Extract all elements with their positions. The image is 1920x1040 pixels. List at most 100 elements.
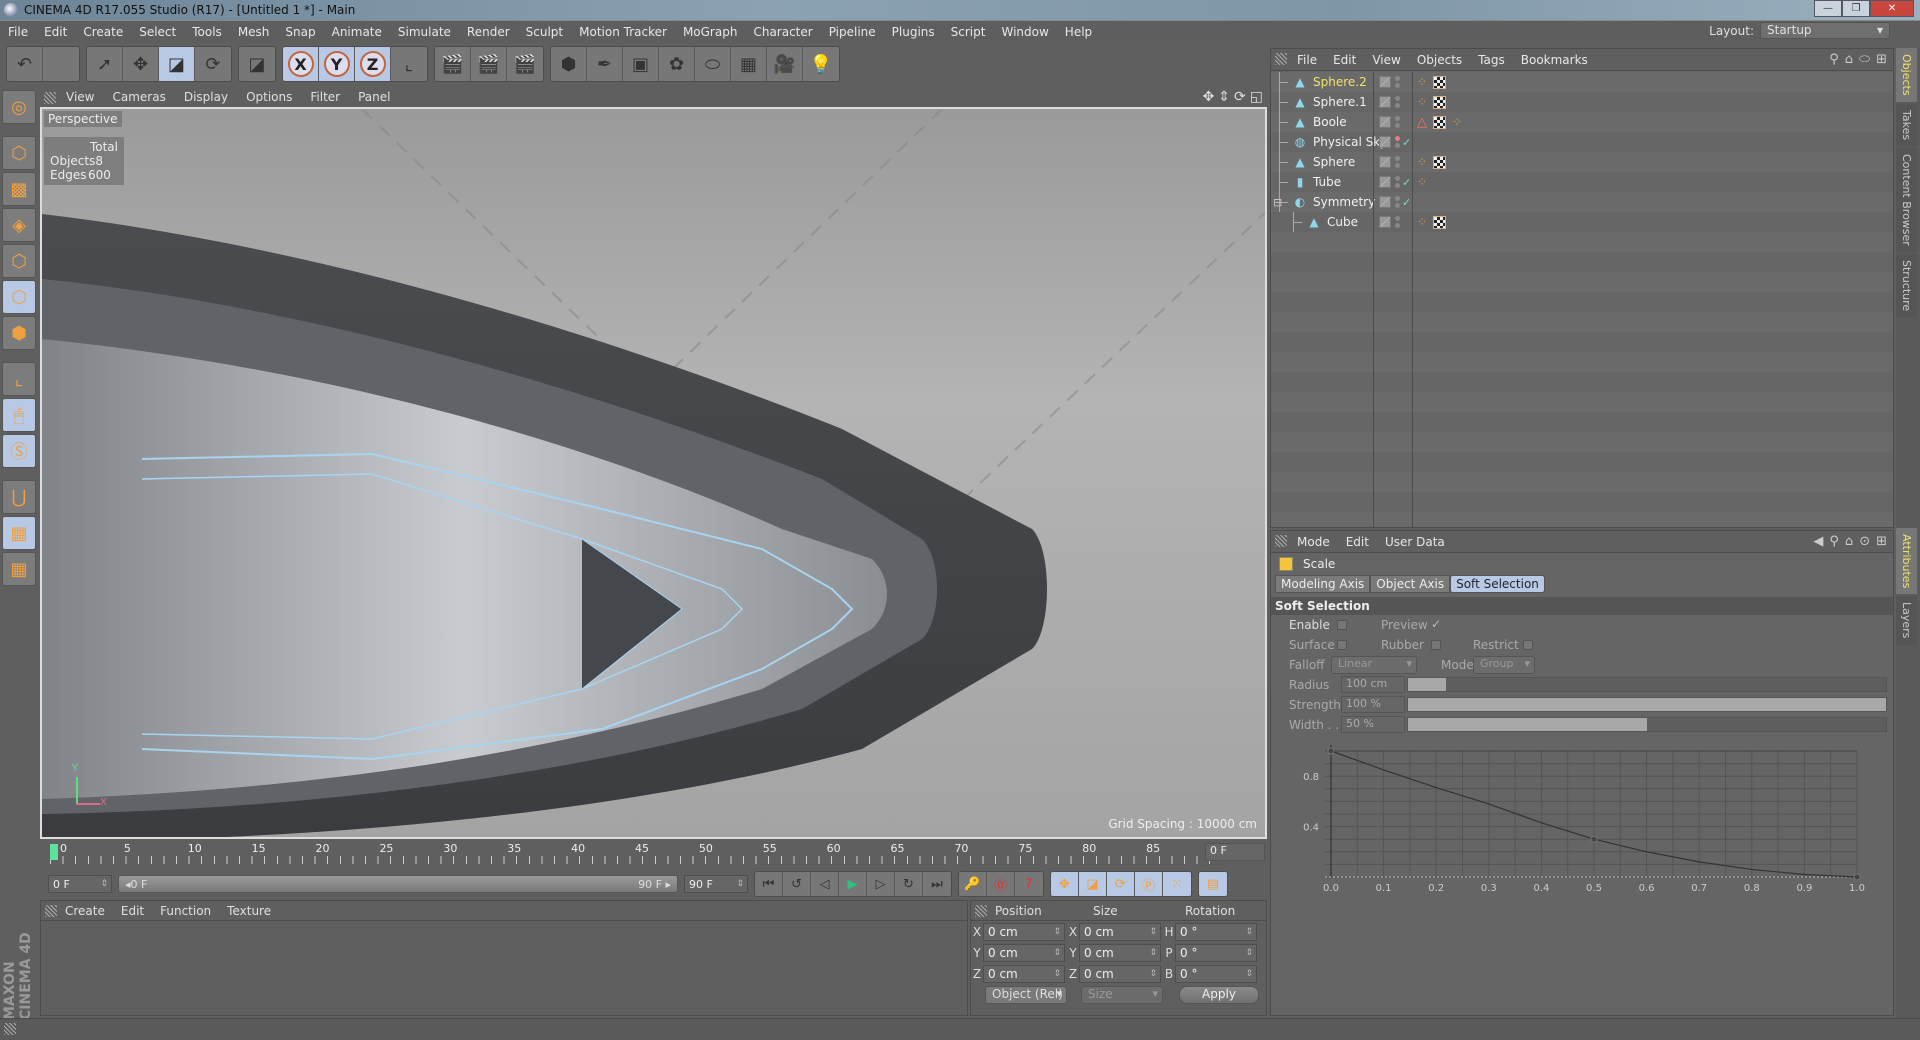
y-axis-button[interactable]: Y bbox=[319, 47, 355, 81]
enabled-check-icon[interactable]: ✓ bbox=[1402, 196, 1411, 209]
points-mode-button[interactable]: ⬡ bbox=[2, 244, 36, 278]
strength-field[interactable]: 100 % bbox=[1341, 696, 1405, 713]
render-picture-viewer-button[interactable]: 🎬 bbox=[471, 47, 507, 81]
lock-icon[interactable]: ⊙ bbox=[1859, 534, 1870, 549]
layer-icon[interactable] bbox=[1379, 156, 1391, 168]
texture-tag-icon[interactable] bbox=[1433, 95, 1447, 109]
object-menu-edit[interactable]: Edit bbox=[1333, 53, 1356, 67]
home-icon[interactable]: ⌂ bbox=[1845, 52, 1853, 67]
make-editable-button[interactable]: ◎ bbox=[2, 90, 36, 124]
visibility-toggle[interactable] bbox=[1395, 176, 1400, 188]
layer-icon[interactable] bbox=[1379, 176, 1391, 188]
material-menu-edit[interactable]: Edit bbox=[121, 904, 144, 918]
visibility-dot[interactable] bbox=[1395, 183, 1400, 188]
object-name[interactable]: Symmetry bbox=[1313, 195, 1375, 209]
size-x-field[interactable]: 0 cm bbox=[1079, 923, 1161, 941]
redo-button[interactable] bbox=[43, 47, 79, 81]
scale-button[interactable]: ◪ bbox=[159, 47, 195, 81]
visibility-dot[interactable] bbox=[1395, 156, 1400, 161]
object-row[interactable]: ⊟ ◐ Symmetry ✓ bbox=[1271, 192, 1893, 212]
object-menu-view[interactable]: View bbox=[1372, 53, 1400, 67]
light-button[interactable]: 💡 bbox=[803, 47, 839, 81]
visibility-dot[interactable] bbox=[1395, 143, 1400, 148]
size-z-field[interactable]: 0 cm bbox=[1079, 965, 1161, 983]
tab-modeling-axis[interactable]: Modeling Axis bbox=[1275, 575, 1371, 593]
visibility-dot[interactable] bbox=[1395, 83, 1400, 88]
deformer-button[interactable]: ⬭ bbox=[695, 47, 731, 81]
texture-tag-icon[interactable] bbox=[1433, 75, 1447, 89]
go-to-start-button[interactable]: ⏮ bbox=[755, 872, 783, 896]
object-menu-objects[interactable]: Objects bbox=[1417, 53, 1462, 67]
menu-window[interactable]: Window bbox=[1001, 25, 1048, 39]
search-icon[interactable]: ⚲ bbox=[1829, 52, 1839, 67]
workplane-mode-button[interactable]: ◈ bbox=[2, 208, 36, 242]
go-to-end-button[interactable]: ⏭ bbox=[923, 872, 951, 896]
key-position-button[interactable]: ✥ bbox=[1051, 872, 1079, 896]
menu-file[interactable]: File bbox=[8, 25, 28, 39]
layer-icon[interactable] bbox=[1379, 136, 1391, 148]
visibility-dot[interactable] bbox=[1395, 176, 1400, 181]
coordinate-system-button[interactable]: ⌞ bbox=[391, 47, 427, 81]
position-y-field[interactable]: 0 cm bbox=[983, 944, 1065, 962]
visibility-toggle[interactable] bbox=[1395, 116, 1400, 128]
new-window-icon[interactable]: ⊞ bbox=[1876, 52, 1887, 67]
minimize-button[interactable]: — bbox=[1814, 0, 1842, 17]
panel-grip[interactable] bbox=[1275, 535, 1287, 547]
object-name[interactable]: Physical Sky bbox=[1313, 135, 1387, 149]
visibility-toggle[interactable] bbox=[1395, 136, 1400, 148]
object-row[interactable]: ▲ Cube ⁘ bbox=[1271, 212, 1893, 232]
size-y-field[interactable]: 0 cm bbox=[1079, 944, 1161, 962]
rotation-b-field[interactable]: 0 ° bbox=[1175, 965, 1257, 983]
visibility-dot[interactable] bbox=[1395, 203, 1400, 208]
menu-plugins[interactable]: Plugins bbox=[892, 25, 935, 39]
layer-icon[interactable] bbox=[1379, 196, 1391, 208]
viewport-zoom-icon[interactable]: ⇕ bbox=[1218, 89, 1230, 105]
phong-tag-icon[interactable]: ⁘ bbox=[1417, 175, 1427, 189]
curve-knot[interactable] bbox=[1327, 747, 1335, 755]
menu-mesh[interactable]: Mesh bbox=[238, 25, 270, 39]
rotation-p-field[interactable]: 0 ° bbox=[1175, 944, 1257, 962]
object-row[interactable]: ▲ Sphere.1 ⁘ bbox=[1271, 92, 1893, 112]
autokeying-button[interactable]: ⓪ bbox=[987, 872, 1015, 896]
current-frame-field[interactable]: 0 F bbox=[1205, 843, 1265, 861]
phong-tag-icon[interactable]: ⁘ bbox=[1417, 155, 1427, 169]
falloff-curve-graph[interactable]: 0.0 0.1 0.2 0.3 0.4 0.5 0.6 0.7 0.8 0.9 1.0 0.4 0.8 bbox=[1301, 739, 1871, 899]
tweak-mode-button[interactable]: 🖱 bbox=[2, 398, 36, 432]
next-key-button[interactable]: ↻ bbox=[895, 872, 923, 896]
layer-icon[interactable] bbox=[1379, 116, 1391, 128]
position-x-field[interactable]: 0 cm bbox=[983, 923, 1065, 941]
viewport-menu-cameras[interactable]: Cameras bbox=[112, 90, 165, 104]
rubber-checkbox[interactable] bbox=[1431, 640, 1441, 650]
texture-mode-button[interactable]: ▩ bbox=[2, 172, 36, 206]
keyframe-selection-button[interactable]: ? bbox=[1015, 872, 1043, 896]
home-icon[interactable]: ⌂ bbox=[1845, 534, 1853, 549]
curve-knot[interactable] bbox=[1853, 873, 1861, 881]
restrict-checkbox[interactable] bbox=[1523, 640, 1533, 650]
object-row[interactable]: ◍ Physical Sky ✓ bbox=[1271, 132, 1893, 152]
visibility-dot[interactable] bbox=[1395, 103, 1400, 108]
next-frame-button[interactable]: ▷ bbox=[867, 872, 895, 896]
side-tab-takes[interactable]: Takes bbox=[1896, 103, 1917, 146]
render-settings-button[interactable]: 🎬 bbox=[507, 47, 543, 81]
attribute-menu-user-data[interactable]: User Data bbox=[1385, 535, 1445, 549]
strength-slider[interactable] bbox=[1407, 697, 1887, 712]
panel-grip[interactable] bbox=[975, 905, 987, 917]
viewport-menu-filter[interactable]: Filter bbox=[310, 90, 340, 104]
panel-grip[interactable] bbox=[44, 92, 56, 104]
curve-knot[interactable] bbox=[1590, 835, 1598, 843]
x-axis-button[interactable]: X bbox=[283, 47, 319, 81]
menu-create[interactable]: Create bbox=[83, 25, 123, 39]
move-button[interactable]: ✥ bbox=[123, 47, 159, 81]
prev-key-button[interactable]: ↺ bbox=[783, 872, 811, 896]
texture-tag-icon[interactable] bbox=[1433, 115, 1446, 129]
enable-checkbox[interactable] bbox=[1337, 620, 1347, 630]
enabled-check-icon[interactable]: ✓ bbox=[1402, 176, 1411, 189]
locked-workplane-button[interactable]: ▦ bbox=[2, 516, 36, 550]
menu-tools[interactable]: Tools bbox=[192, 25, 222, 39]
back-icon[interactable]: ◀ bbox=[1813, 534, 1823, 549]
size-mode-dropdown[interactable]: Size bbox=[1081, 986, 1163, 1004]
visibility-dot[interactable] bbox=[1395, 76, 1400, 81]
viewport-rotate-icon[interactable]: ⟳ bbox=[1234, 89, 1246, 105]
side-tab-objects[interactable]: Objects bbox=[1896, 48, 1917, 102]
object-menu-tags[interactable]: Tags bbox=[1478, 53, 1505, 67]
